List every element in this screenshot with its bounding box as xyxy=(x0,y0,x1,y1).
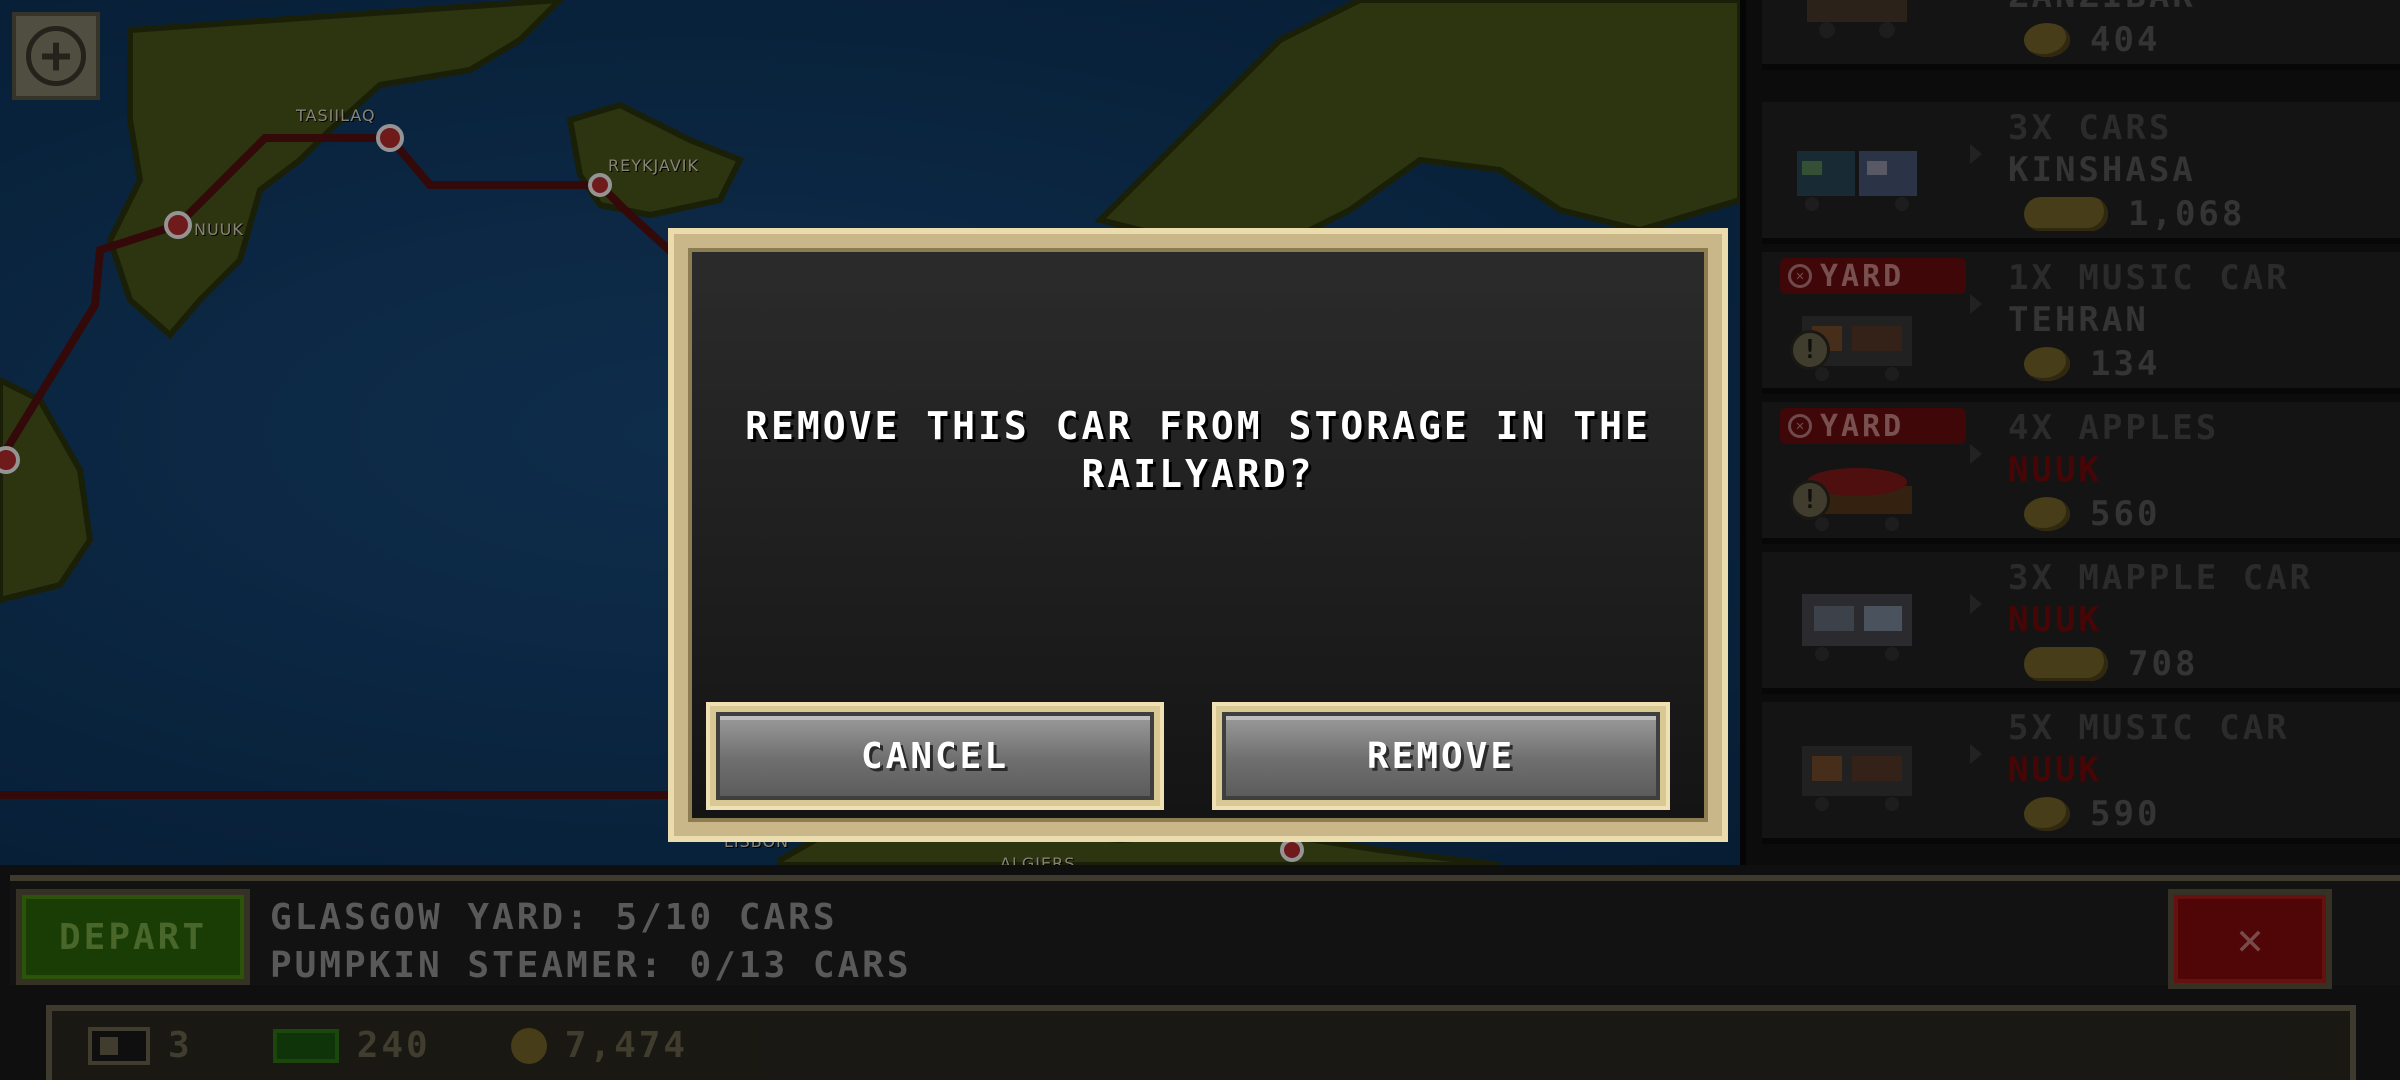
zoom-in-button[interactable]: + xyxy=(12,12,100,100)
rail-line xyxy=(0,134,683,463)
list-item[interactable]: ✕ YARD ! 4X APPLES NUUK 560 xyxy=(1762,402,2400,544)
cash-amount: 240 xyxy=(356,1025,431,1066)
list-item[interactable]: 5X MUSIC CAR NUUK 590 xyxy=(1762,702,2400,844)
car-price: 1,068 xyxy=(2024,194,2245,234)
trains-count: 3 xyxy=(168,1025,193,1066)
chevron-right-icon xyxy=(1970,294,1982,314)
city-label-algiers: ALGIERS xyxy=(1000,854,1076,865)
warning-icon: ! xyxy=(1790,330,1830,370)
car-description: 1X MUSIC CAR xyxy=(2008,258,2290,298)
car-price: 708 xyxy=(2024,644,2198,684)
car-price: 404 xyxy=(2024,20,2160,60)
remove-button[interactable]: REMOVE xyxy=(1222,712,1660,800)
cash-icon xyxy=(272,1028,339,1063)
price-value: 1,068 xyxy=(2128,194,2246,234)
yard-badge-label: YARD xyxy=(1820,258,1905,294)
list-item[interactable]: ZANZIBAR 404 xyxy=(1762,0,2400,70)
chevron-right-icon xyxy=(1970,144,1982,164)
car-destination: ZANZIBAR xyxy=(2008,0,2196,16)
price-value: 590 xyxy=(2090,794,2161,834)
coin-icon xyxy=(2024,23,2070,57)
coins-amount: 7,474 xyxy=(564,1025,689,1066)
car-description: 4X APPLES xyxy=(2008,408,2220,448)
cancel-button-frame: CANCEL xyxy=(706,702,1164,810)
price-value: 708 xyxy=(2128,644,2199,684)
car-price: 134 xyxy=(2024,344,2160,384)
coin-icon xyxy=(2024,497,2070,531)
car-price: 590 xyxy=(2024,794,2160,834)
price-value: 560 xyxy=(2090,494,2161,534)
car-destination: NUUK xyxy=(2008,750,2102,790)
scandinavia-landmass xyxy=(1094,0,1740,254)
city-marker-nuuk xyxy=(164,211,192,239)
cancel-button[interactable]: CANCEL xyxy=(716,712,1154,800)
price-value: 134 xyxy=(2090,344,2161,384)
dialog-message: REMOVE THIS CAR FROM STORAGE IN THE RAIL… xyxy=(745,404,1651,496)
yard-badge-label: YARD xyxy=(1820,408,1905,444)
car-price: 560 xyxy=(2024,494,2160,534)
chevron-right-icon xyxy=(1970,744,1982,764)
yard-capacity-text: GLASGOW YARD: 5/10 CARS xyxy=(270,897,838,938)
city-marker-tasiilaq xyxy=(376,124,404,152)
depart-button[interactable]: DEPART xyxy=(22,895,244,979)
warning-icon: ! xyxy=(1790,480,1830,520)
coin-stack-icon xyxy=(2024,197,2108,231)
coin-icon xyxy=(2024,797,2070,831)
cash-stat: 240 xyxy=(272,1025,431,1066)
close-button-frame: ✕ xyxy=(2168,889,2332,989)
city-label-reykjavik: REYKJAVIK xyxy=(608,156,700,175)
list-item[interactable]: ✕ YARD ! 1X MUSIC CAR TEHRAN 134 xyxy=(1762,252,2400,394)
yard-badge[interactable]: ✕ YARD xyxy=(1780,258,1966,294)
music-car-icon xyxy=(1802,746,1912,811)
depart-button-frame: DEPART xyxy=(16,889,250,985)
trains-stat: 3 xyxy=(88,1025,193,1066)
yard-badge[interactable]: ✕ YARD xyxy=(1780,408,1966,444)
mapple-car-icon xyxy=(1802,594,1912,661)
close-circle-icon: ✕ xyxy=(1788,264,1812,288)
railyard-car-list[interactable]: ZANZIBAR 404 3X CARS KINSHASA 1,068 ✕ YA… xyxy=(1740,0,2400,865)
train-capacity-text: PUMPKIN STEAMER: 0/13 CARS xyxy=(270,945,912,986)
remove-button-frame: REMOVE xyxy=(1212,702,1670,810)
confirm-dialog: REMOVE THIS CAR FROM STORAGE IN THE RAIL… xyxy=(668,228,1728,842)
car-description: 3X MAPPLE CAR xyxy=(2008,558,2314,598)
cars-icon xyxy=(1797,151,1917,211)
car-destination: KINSHASA xyxy=(2008,150,2196,190)
coins-stat: 7,474 xyxy=(510,1025,689,1066)
canada-landmass xyxy=(0,376,94,604)
close-circle-icon: ✕ xyxy=(1788,414,1812,438)
plus-icon: + xyxy=(26,26,86,86)
city-label-tasiilaq: TASIILAQ xyxy=(296,106,376,125)
chevron-right-icon xyxy=(1970,594,1982,614)
list-item[interactable]: 3X CARS KINSHASA 1,068 xyxy=(1762,102,2400,244)
dialog-body: REMOVE THIS CAR FROM STORAGE IN THE RAIL… xyxy=(688,248,1708,822)
coin-stack-icon xyxy=(2024,647,2108,681)
list-item[interactable]: 3X MAPPLE CAR NUUK 708 xyxy=(1762,552,2400,694)
train-icon xyxy=(88,1026,150,1065)
chevron-right-icon xyxy=(1970,444,1982,464)
car-description: 5X MUSIC CAR xyxy=(2008,708,2290,748)
price-value: 404 xyxy=(2090,20,2161,60)
greenland-landmass xyxy=(106,0,565,340)
coin-icon xyxy=(510,1027,547,1064)
car-destination: TEHRAN xyxy=(2008,300,2149,340)
freight-car-icon xyxy=(1807,0,1907,38)
status-bar: 3 240 7,474 xyxy=(46,1005,2356,1080)
city-marker-west xyxy=(0,446,20,474)
city-marker-algiers xyxy=(1280,838,1304,862)
car-destination: NUUK xyxy=(2008,450,2102,490)
bottom-bar: DEPART GLASGOW YARD: 5/10 CARS PUMPKIN S… xyxy=(0,865,2400,1080)
close-button[interactable]: ✕ xyxy=(2174,895,2326,983)
car-destination: NUUK xyxy=(2008,600,2102,640)
city-marker-reykjavik xyxy=(588,173,612,197)
car-description: 3X CARS xyxy=(2008,108,2173,148)
city-label-nuuk: NUUK xyxy=(194,220,244,239)
coin-icon xyxy=(2024,347,2070,381)
